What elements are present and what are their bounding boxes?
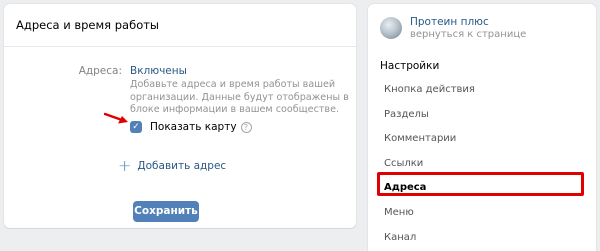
addresses-status-dropdown[interactable]: Включены <box>130 65 187 77</box>
community-header[interactable]: Протеин плюс вернуться к странице <box>380 16 526 40</box>
settings-menu: Кнопка действия Разделы Комментарии Ссыл… <box>368 78 596 250</box>
add-address-label: Добавить адрес <box>137 160 227 172</box>
show-map-checkbox-row[interactable]: ✓ Показать карту ? <box>130 121 252 133</box>
community-name[interactable]: Протеин плюс <box>410 16 526 28</box>
red-arrow-annotation <box>104 112 128 124</box>
show-map-label[interactable]: Показать карту <box>150 121 237 133</box>
settings-sidebar: Протеин плюс вернуться к странице Настро… <box>368 4 596 251</box>
addresses-field-label: Адреса: <box>78 65 122 77</box>
back-to-page-link[interactable]: вернуться к странице <box>410 29 526 40</box>
plus-icon: + <box>118 156 132 175</box>
sidebar-item-menu[interactable]: Меню <box>368 201 596 226</box>
show-map-checkbox[interactable]: ✓ <box>130 121 142 133</box>
sidebar-item-channel[interactable]: Канал <box>368 226 596 251</box>
help-icon[interactable]: ? <box>240 121 252 133</box>
addresses-hint: Добавьте адреса и время работы вашей орг… <box>130 79 349 115</box>
sidebar-item-action-button[interactable]: Кнопка действия <box>368 78 596 103</box>
page-title: Адреса и время работы <box>16 18 160 32</box>
sidebar-item-comments[interactable]: Комментарии <box>368 127 596 152</box>
avatar[interactable] <box>380 17 402 39</box>
sidebar-item-links[interactable]: Ссылки <box>368 152 596 177</box>
sidebar-item-sections[interactable]: Разделы <box>368 103 596 128</box>
settings-title: Настройки <box>380 60 440 72</box>
divider <box>4 46 356 47</box>
addresses-panel: Адреса и время работы Адреса: Включены Д… <box>4 4 356 228</box>
add-address-link[interactable]: + Добавить адрес <box>118 156 227 175</box>
save-button[interactable]: Сохранить <box>133 201 199 222</box>
sidebar-item-addresses[interactable]: Адреса <box>368 176 596 201</box>
